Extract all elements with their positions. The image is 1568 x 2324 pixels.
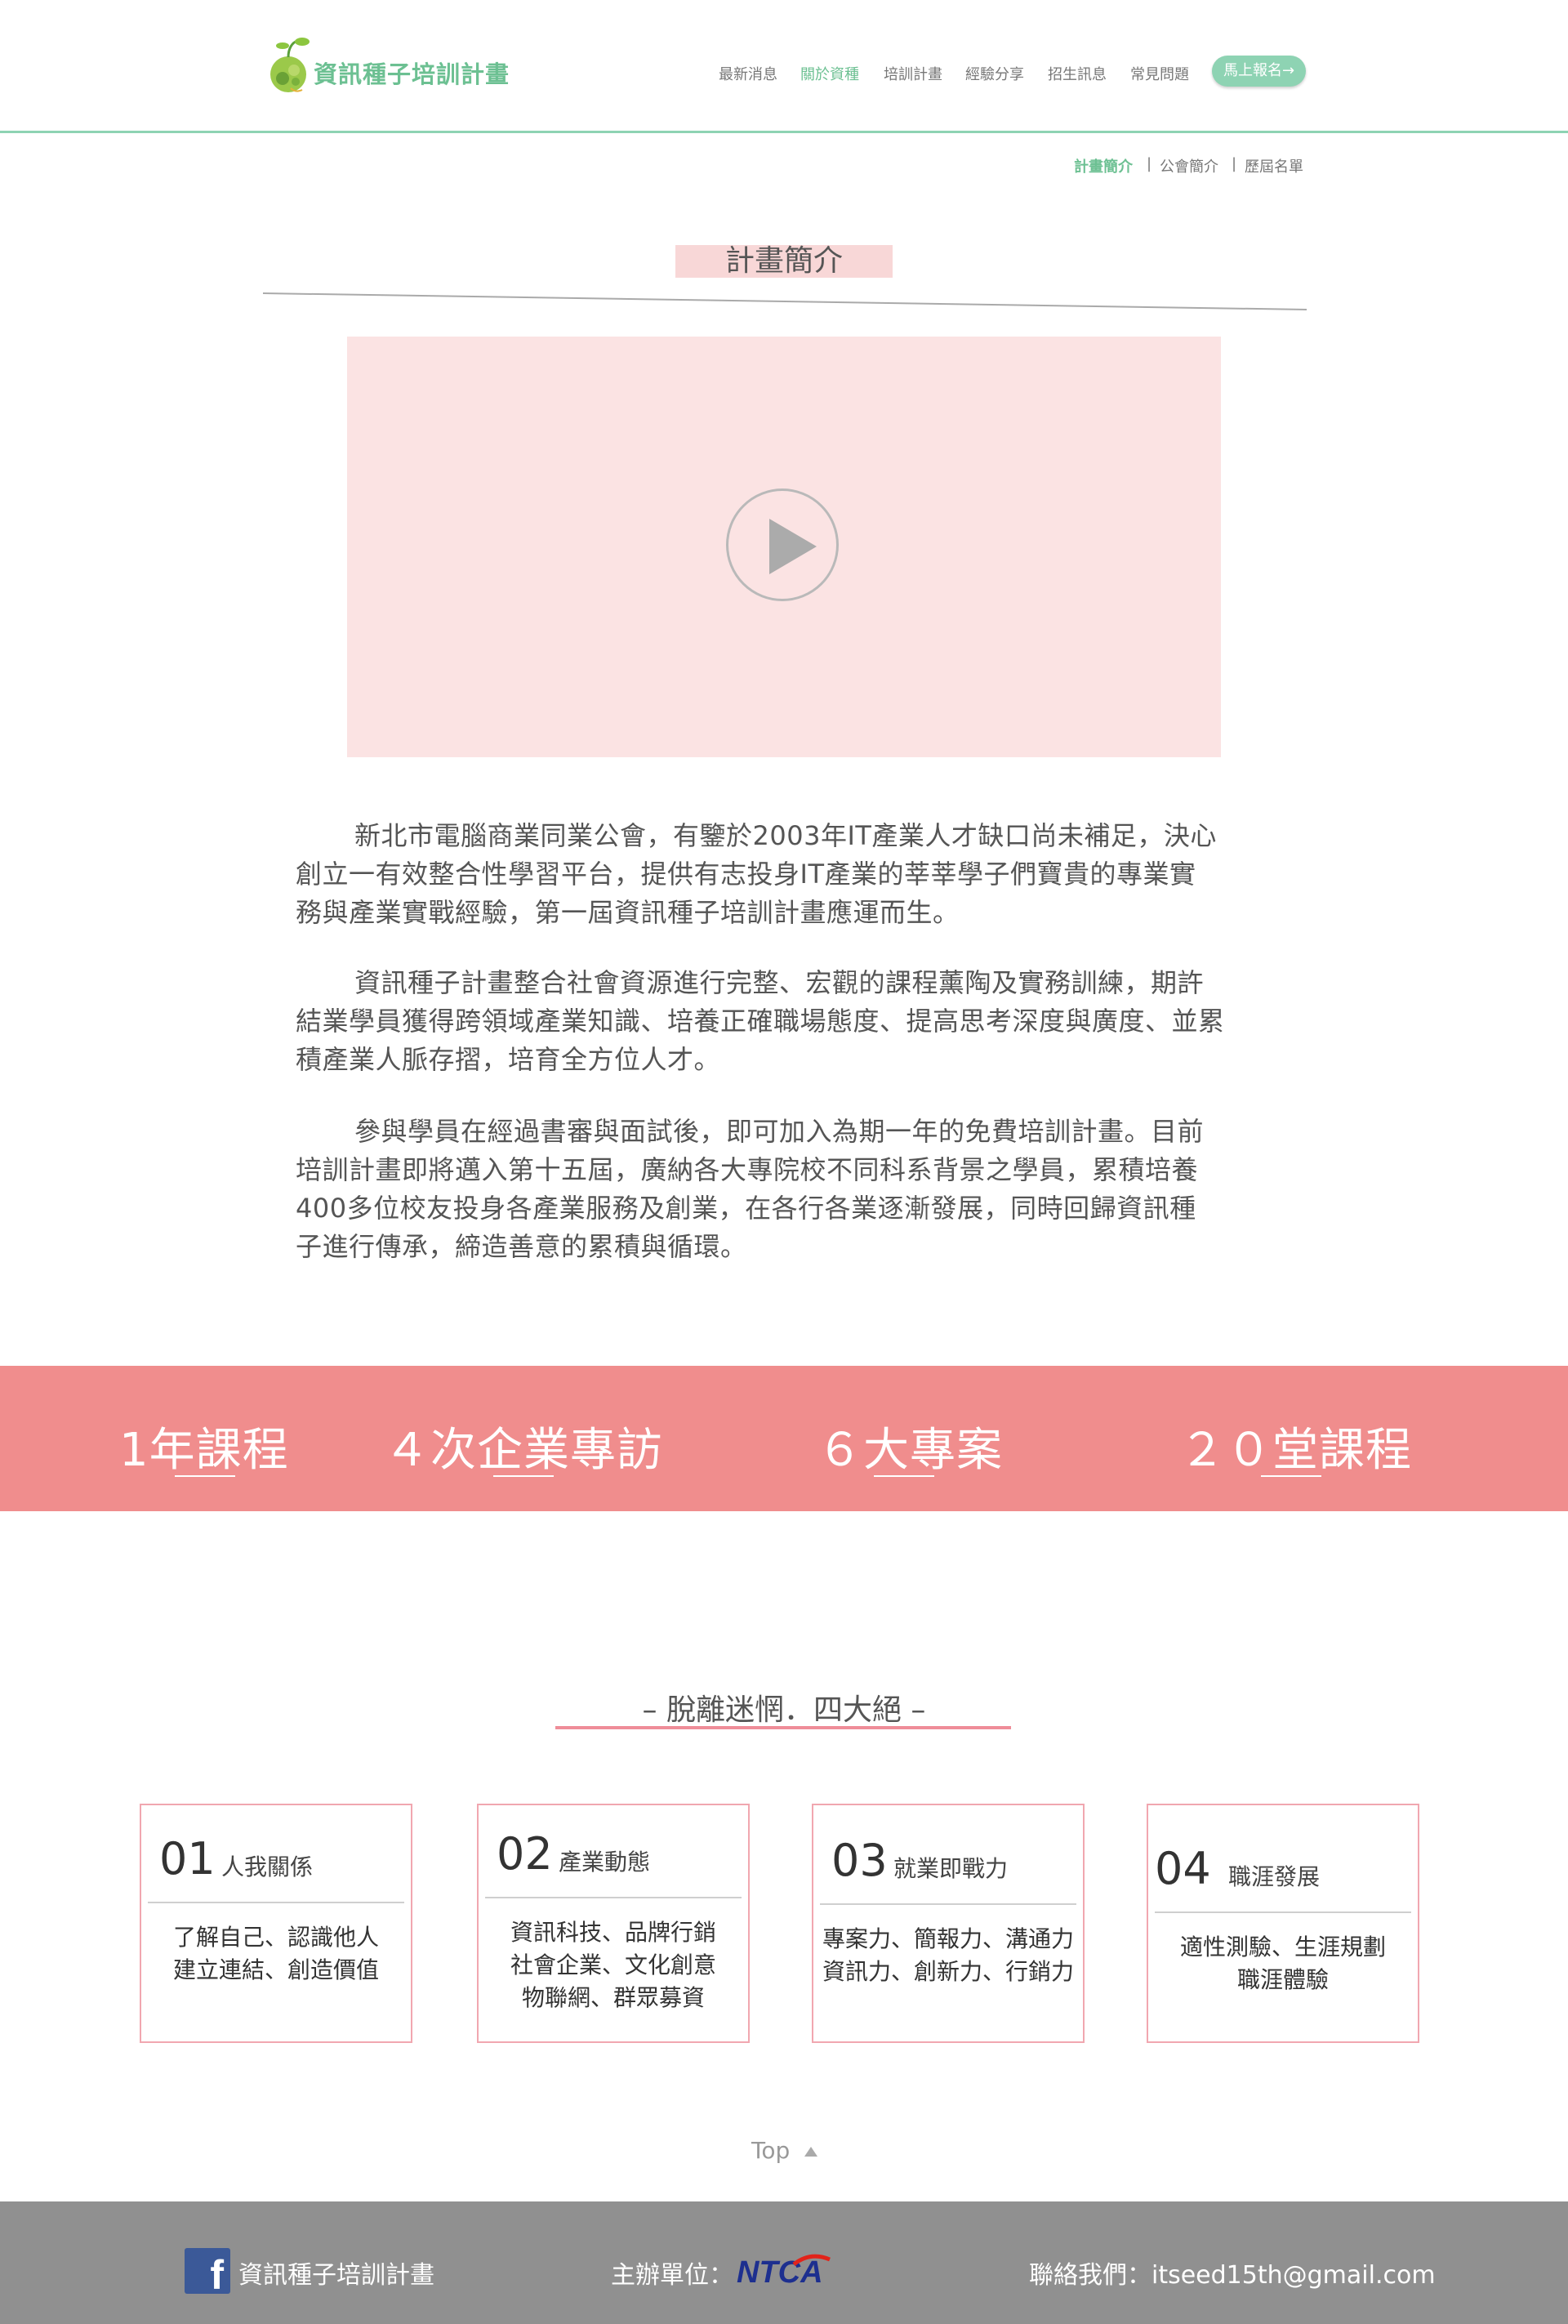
back-to-top-link[interactable]: Top: [751, 2137, 790, 2164]
nav-item-faq[interactable]: 常見問題: [1130, 63, 1189, 84]
ntca-logo-icon[interactable]: NTCA: [735, 2253, 851, 2289]
subnav-item-plan[interactable]: 計畫簡介: [1074, 155, 1133, 176]
card-divider: [1155, 1911, 1411, 1913]
card-number: 01: [159, 1833, 216, 1885]
stat-underline: [1261, 1475, 1321, 1477]
stat-courses: ２０堂課程: [1179, 1424, 1412, 1477]
card-body: 適性測驗、生涯規劃 職涯體驗: [1179, 1934, 1386, 1993]
card-label: 產業動態: [559, 1849, 651, 1876]
section-title: 計畫簡介: [724, 244, 843, 278]
stat-projects: ６大專案: [817, 1424, 1003, 1477]
card-body: 資訊科技、品牌行銷 社會企業、文化創意 物聯網、群眾募資: [510, 1919, 716, 2011]
subnav-item-alumni[interactable]: 歷屆名單: [1245, 155, 1303, 176]
contact-email[interactable]: 聯絡我們：itseed15th@gmail.com: [1029, 2255, 1436, 2291]
signup-button[interactable]: 馬上報名→: [1212, 56, 1306, 87]
header-divider: [0, 131, 1568, 133]
ntca-logo-text: NTCA: [737, 2255, 823, 2289]
play-triangle: [769, 519, 817, 574]
feature-card-3: 03 就業即戰力 專案力、簡報力、溝通力 資訊力、創新力、行銷力: [812, 1804, 1085, 2043]
card-divider: [148, 1902, 404, 1903]
title-divider: [262, 292, 1307, 310]
arrow-up-icon[interactable]: [804, 2147, 817, 2157]
stat-year: 1年課程: [119, 1424, 289, 1477]
subnav-separator: |: [1147, 155, 1152, 172]
features-title-underline: [555, 1726, 1011, 1729]
facebook-icon[interactable]: f: [185, 2248, 230, 2295]
nav-item-program[interactable]: 培訓計畫: [884, 63, 942, 84]
stat-underline: [493, 1475, 554, 1477]
card-divider: [820, 1903, 1076, 1905]
nav-item-about[interactable]: 關於資種: [800, 63, 859, 84]
intro-paragraph-2: 資訊種子計畫整合社會資源進行完整、宏觀的課程薰陶及實務訓練，期許 結業學員獲得跨…: [296, 967, 1225, 1075]
stat-underline: [175, 1475, 235, 1477]
feature-card-4: 04 職涯發展 適性測驗、生涯規劃 職涯體驗: [1147, 1804, 1419, 2043]
feature-card-1: 01 人我關係 了解自己、認識他人 建立連結、創造價值: [140, 1804, 412, 2043]
facebook-link[interactable]: 資訊種子培訓計畫: [238, 2255, 434, 2291]
card-label: 職涯發展: [1228, 1863, 1321, 1890]
card-number: 02: [497, 1828, 553, 1880]
stat-visits: ４次企業專訪: [384, 1424, 663, 1477]
intro-paragraph-1: 新北市電腦商業同業公會，有鑒於2003年IT產業人才缺口尚未補足，決心 創立一有…: [296, 820, 1217, 928]
nav-item-news[interactable]: 最新消息: [719, 63, 777, 84]
subnav-item-association[interactable]: 公會簡介: [1160, 155, 1218, 176]
card-label: 人我關係: [221, 1853, 314, 1880]
card-number: 04: [1155, 1843, 1211, 1894]
feature-card-2: 02 產業動態 資訊科技、品牌行銷 社會企業、文化創意 物聯網、群眾募資: [477, 1804, 750, 2043]
nav-item-admission[interactable]: 招生訊息: [1048, 63, 1107, 84]
stat-underline: [874, 1475, 934, 1477]
card-body: 專案力、簡報力、溝通力 資訊力、創新力、行銷力: [822, 1925, 1074, 1985]
intro-paragraph-3: 參與學員在經過書審與面試後，即可加入為期一年的免費培訓計畫。目前 培訓計畫即將邁…: [296, 1116, 1205, 1262]
card-body: 了解自己、認識他人 建立連結、創造價值: [172, 1924, 379, 1983]
organizer-label: 主辦單位：: [611, 2261, 733, 2290]
card-divider: [485, 1897, 742, 1898]
nav-item-experience[interactable]: 經驗分享: [965, 63, 1024, 84]
card-label: 就業即戰力: [893, 1855, 1009, 1882]
features-title: – 脫離迷惘．四大絕 –: [642, 1693, 926, 1727]
logo-text[interactable]: 資訊種子培訓計畫: [314, 56, 510, 90]
subnav-separator: |: [1232, 155, 1237, 172]
card-number: 03: [831, 1835, 888, 1886]
